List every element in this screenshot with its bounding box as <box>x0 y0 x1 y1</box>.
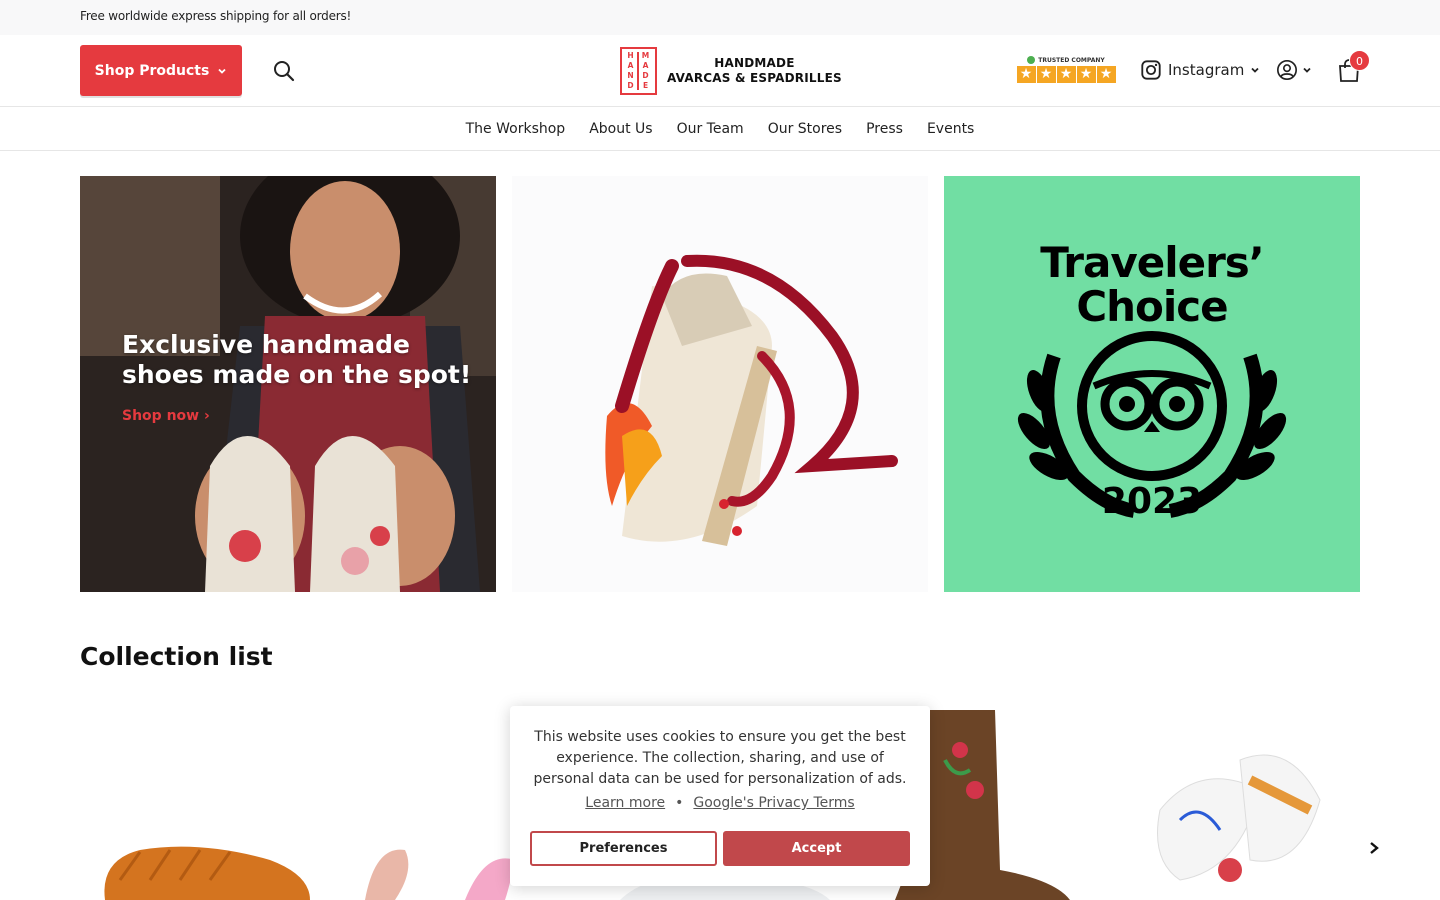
collection-photo <box>1157 754 1321 882</box>
logo-line-1: HANDMADE <box>714 56 795 70</box>
logo-mark: HAND MADE <box>620 47 657 95</box>
announcement-text: Free worldwide express shipping for all … <box>80 9 352 23</box>
cookie-message: This website uses cookies to ensure you … <box>533 729 907 787</box>
cart-count-badge: 0 <box>1349 50 1370 71</box>
logo-divider <box>637 52 639 90</box>
rating-stars: ★ ★ ★ ★ ★ <box>1016 66 1116 83</box>
shop-products-label: Shop Products <box>94 62 210 79</box>
trusted-company-text: TRUSTED COMPANY <box>1038 56 1105 64</box>
hero-tile-shoes[interactable]: Exclusive handmade shoes made on the spo… <box>80 176 496 592</box>
site-logo[interactable]: HAND MADE HANDMADE AVARCAS & ESPADRILLES <box>620 47 842 95</box>
cookie-links: Learn more • Google's Privacy Terms <box>510 795 930 811</box>
star-icon: ★ <box>1056 66 1076 83</box>
nav-item-about-us[interactable]: About Us <box>589 121 652 137</box>
hero-tile-espadrille[interactable] <box>512 176 928 592</box>
chevron-right-icon: › <box>203 408 210 424</box>
privacy-terms-link[interactable]: Google's Privacy Terms <box>693 795 854 811</box>
shop-now-link[interactable]: Shop now › <box>122 408 210 424</box>
star-icon: ★ <box>1036 66 1056 83</box>
accept-button[interactable]: Accept <box>723 831 910 866</box>
star-icon: ★ <box>1096 66 1116 83</box>
account-menu[interactable] <box>1276 59 1312 81</box>
trusted-company-label: TRUSTED COMPANY <box>1016 56 1116 64</box>
shop-now-label: Shop now <box>122 408 200 424</box>
star-icon: ★ <box>1016 66 1036 83</box>
logo-mark-right: MADE <box>640 51 652 91</box>
star-icon: ★ <box>1076 66 1096 83</box>
hero-headline: Exclusive handmade shoes made on the spo… <box>122 330 472 389</box>
main-navigation: The Workshop About Us Our Team Our Store… <box>0 107 1440 151</box>
site-header: Shop Products HAND MADE HANDMADE AVARCAS… <box>0 35 1440 107</box>
shop-products-button[interactable]: Shop Products <box>80 45 242 96</box>
collection-photo <box>104 846 310 900</box>
chevron-down-icon <box>1303 67 1311 73</box>
espadrille-photo <box>605 254 898 546</box>
separator-dot: • <box>675 795 684 811</box>
trusted-company-badge[interactable]: TRUSTED COMPANY ★ ★ ★ ★ ★ <box>1016 56 1116 86</box>
award-year: 2023 <box>1101 481 1203 522</box>
travelers-choice-award[interactable]: Travelers’ Choice 2023 <box>944 176 1360 592</box>
instagram-dropdown[interactable]: Instagram <box>1140 59 1260 81</box>
carousel-next-button[interactable] <box>1362 836 1386 860</box>
instagram-icon <box>1141 60 1161 80</box>
chevron-down-icon <box>1251 67 1259 73</box>
logo-mark-left-text: HAND <box>626 51 635 91</box>
search-icon[interactable] <box>272 59 296 83</box>
user-icon <box>1277 60 1297 80</box>
tripadvisor-owl-icon <box>1017 331 1287 518</box>
preferences-button[interactable]: Preferences <box>530 831 717 866</box>
announcement-bar: Free worldwide express shipping for all … <box>0 0 1440 35</box>
logo-mark-left: HAND <box>625 51 637 91</box>
nav-item-events[interactable]: Events <box>927 121 974 137</box>
logo-text: HANDMADE AVARCAS & ESPADRILLES <box>667 56 842 86</box>
nav-item-our-stores[interactable]: Our Stores <box>768 121 842 137</box>
chevron-right-icon <box>1370 842 1379 854</box>
logo-mark-right-text: MADE <box>641 51 650 91</box>
cookie-consent-dialog: This website uses cookies to ensure you … <box>510 706 930 886</box>
nav-item-our-team[interactable]: Our Team <box>677 121 744 137</box>
collection-list-title: Collection list <box>80 642 273 671</box>
nav-item-press[interactable]: Press <box>866 121 903 137</box>
collection-item[interactable] <box>80 700 310 900</box>
chevron-down-icon <box>218 68 226 74</box>
learn-more-link[interactable]: Learn more <box>585 795 665 811</box>
collection-item[interactable] <box>1120 700 1350 900</box>
check-icon <box>1027 56 1036 64</box>
logo-line-2: AVARCAS & ESPADRILLES <box>667 71 842 85</box>
nav-item-workshop[interactable]: The Workshop <box>466 121 566 137</box>
instagram-label: Instagram <box>1168 61 1245 79</box>
